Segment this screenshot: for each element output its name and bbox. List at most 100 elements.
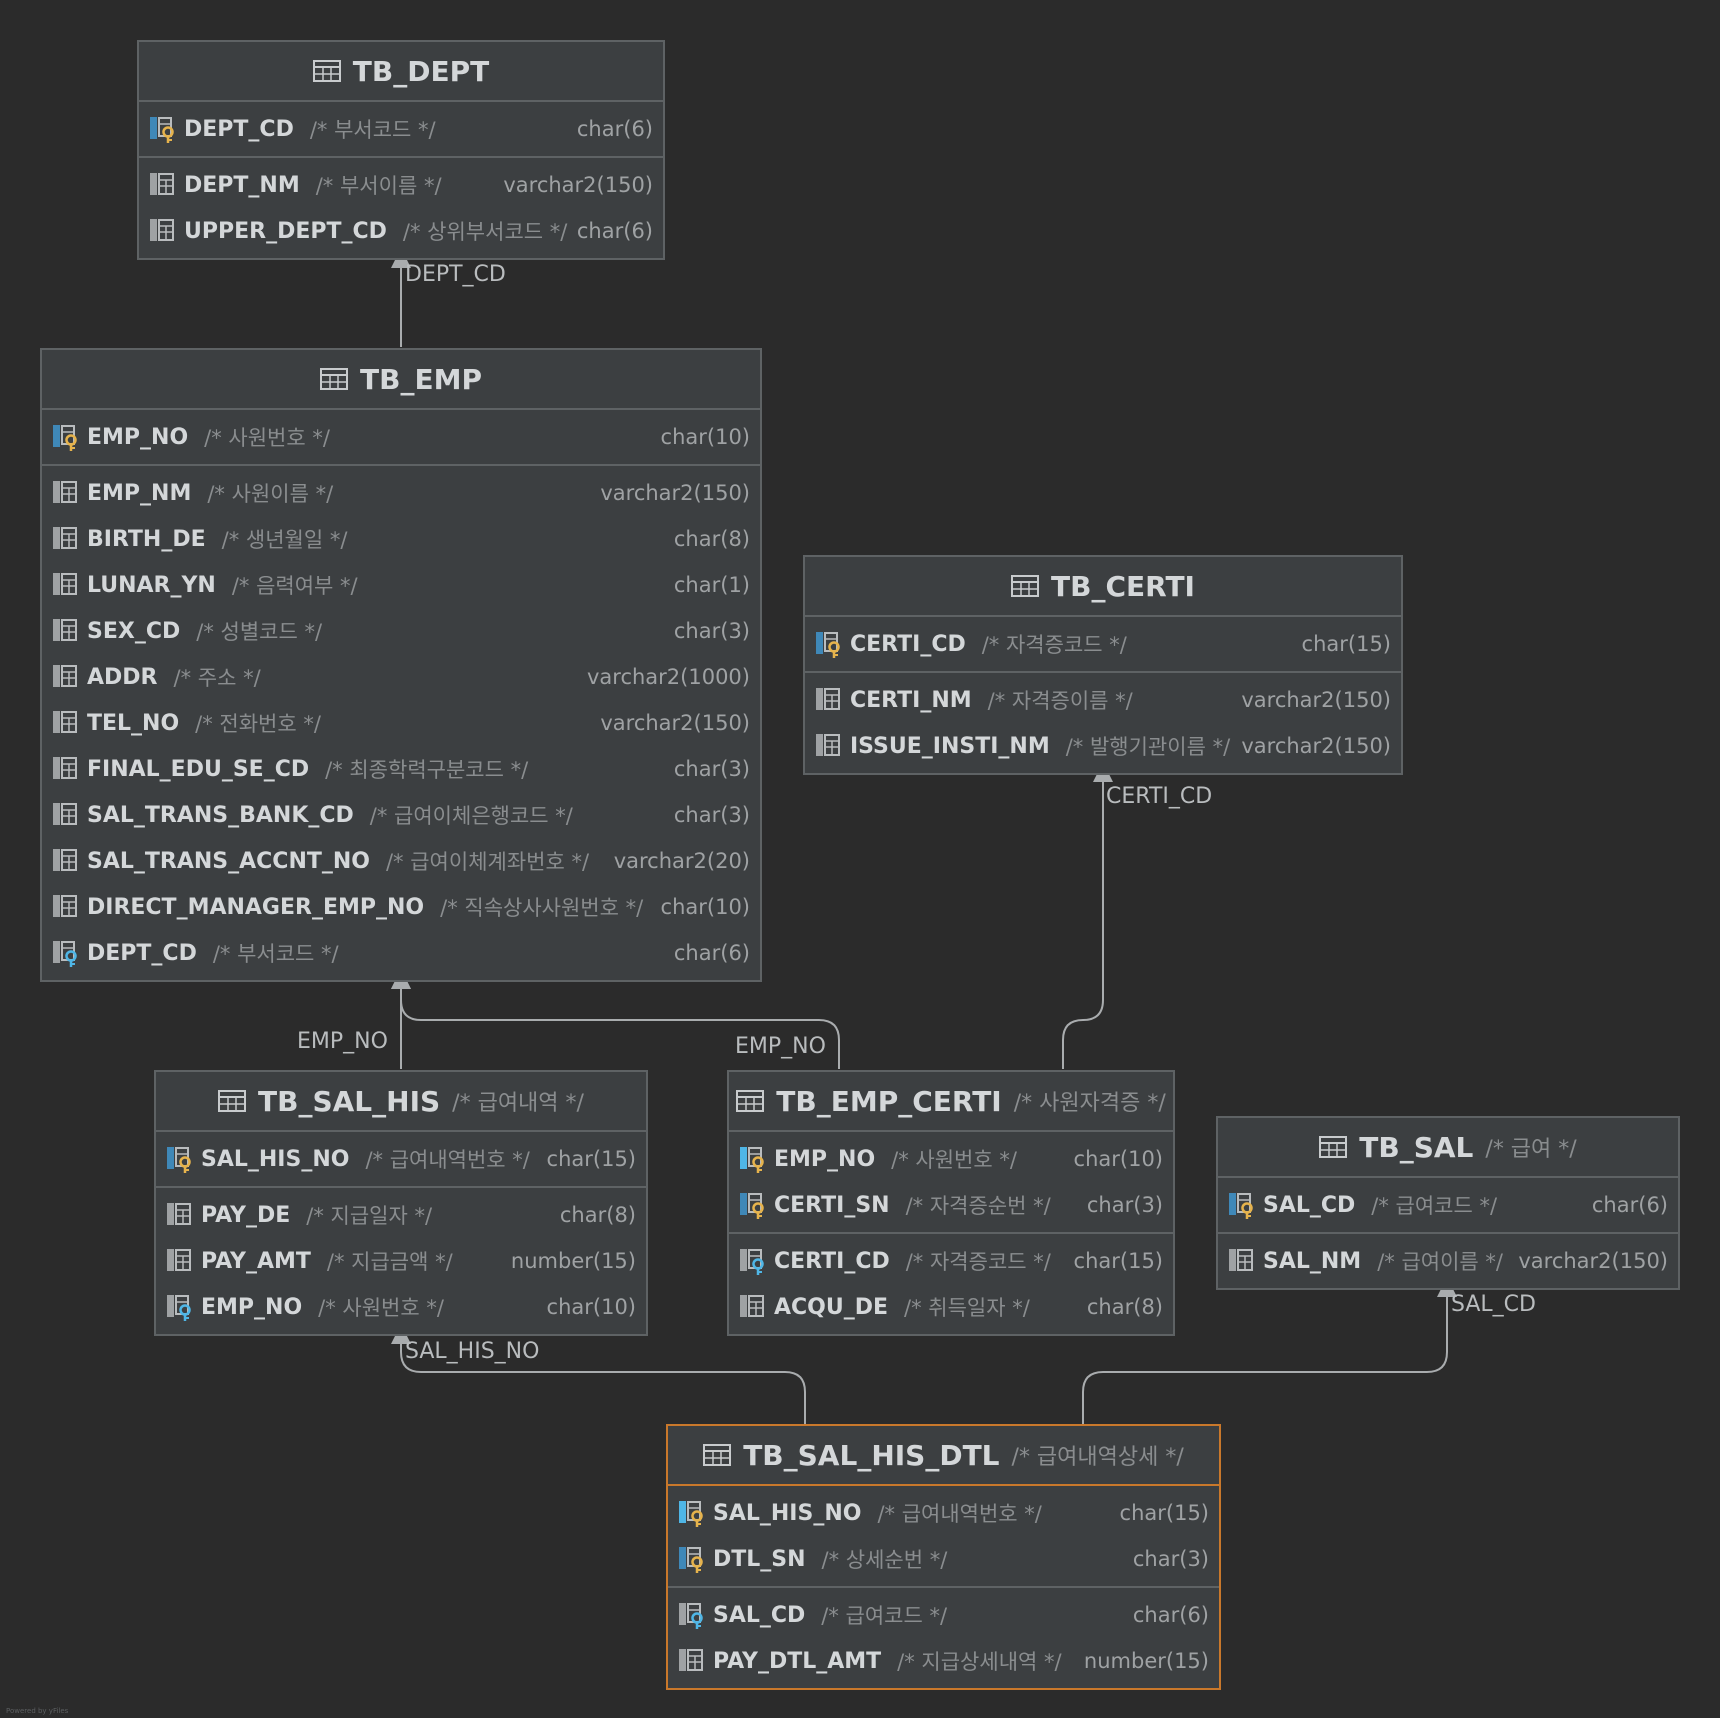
table-tb-dept[interactable]: TB_DEPT DEPT_CD /* 부서코드 */ char(6) DEPT_NM /*…: [137, 40, 665, 260]
column-name: UPPER_DEPT_CD: [184, 218, 387, 244]
column-comment: /* 급여내역번호 */: [877, 1502, 1042, 1526]
column-row[interactable]: SAL_HIS_NO /* 급여내역번호 */ char(15): [668, 1490, 1219, 1536]
table-name: TB_DEPT: [352, 54, 490, 88]
column-row[interactable]: BIRTH_DE /* 생년월일 */ char(8): [42, 516, 760, 562]
column-comment: /* 급여이체은행코드 */: [369, 804, 573, 828]
table-header[interactable]: TB_DEPT: [139, 42, 663, 102]
column-type: char(15): [1301, 632, 1391, 656]
column-type: char(10): [660, 425, 750, 449]
column-row[interactable]: CERTI_CD /* 자격증코드 */ char(15): [805, 621, 1401, 667]
column-type: char(6): [576, 117, 653, 141]
column-row[interactable]: SAL_CD /* 급여코드 */ char(6): [668, 1592, 1219, 1638]
column-type: char(10): [1073, 1147, 1163, 1171]
attribute-section: DEPT_NM /* 부서이름 */ varchar2(150) UPPER_DEPT…: [139, 156, 663, 258]
column-comment: /* 취득일자 */: [904, 1296, 1030, 1320]
table-tb-sal-his[interactable]: TB_SAL_HIS /* 급여내역 */ SAL_HIS_NO /* 급여내역번호 …: [154, 1070, 648, 1336]
table-tb-certi[interactable]: TB_CERTI CERTI_CD/* 자격증코드 */char(15) CERTI…: [803, 555, 1403, 775]
table-name: TB_SAL_HIS_DTL: [743, 1438, 1000, 1472]
column-row[interactable]: SEX_CD /* 성별코드 */ char(3): [42, 608, 760, 654]
column-row[interactable]: EMP_NO /* 사원번호 */ char(10): [42, 414, 760, 460]
table-header[interactable]: TB_EMP_CERTI /* 사원자격증 */: [729, 1072, 1173, 1132]
column-row[interactable]: ISSUE_INSTI_NM /* 발행기관이름 */ varchar2(150): [805, 723, 1401, 769]
column-row[interactable]: EMP_NM /* 사원이름 */ varchar2(150): [42, 470, 760, 516]
column-name: EMP_NO: [774, 1146, 876, 1172]
column-row[interactable]: CERTI_CD /* 자격증코드 */ char(15): [729, 1238, 1173, 1284]
key-section: SAL_HIS_NO /* 급여내역번호 */ char(15) DTL_SN /* 상…: [668, 1486, 1219, 1586]
column-type: number(15): [1083, 1649, 1209, 1673]
column-row[interactable]: DEPT_CD /* 부서코드 */ char(6): [139, 106, 663, 152]
primary-key-icon: [150, 117, 174, 143]
column-comment: /* 상위부서코드 */: [402, 220, 568, 244]
table-tb-sal-his-dtl[interactable]: TB_SAL_HIS_DTL /* 급여내역상세 */ SAL_HIS_NO /* 급…: [666, 1424, 1221, 1690]
column-row[interactable]: DTL_SN /* 상세순번 */ char(3): [668, 1536, 1219, 1582]
column-name: ISSUE_INSTI_NM: [850, 733, 1050, 759]
column-icon: [679, 1649, 703, 1671]
table-header[interactable]: TB_SAL_HIS_DTL /* 급여내역상세 */: [668, 1426, 1219, 1486]
column-row[interactable]: TEL_NO /* 전화번호 */ varchar2(150): [42, 700, 760, 746]
column-row[interactable]: SAL_CD /* 급여코드 */ char(6): [1218, 1182, 1678, 1228]
column-type: char(6): [1132, 1603, 1209, 1627]
column-type: char(15): [1073, 1249, 1163, 1273]
attribute-section: CERTI_NM/* 자격증이름 */varchar2(150) ISSUE_IN…: [805, 671, 1401, 773]
column-row[interactable]: CERTI_NM /* 자격증이름 */ varchar2(150): [805, 677, 1401, 723]
column-name: SAL_TRANS_BANK_CD: [87, 802, 354, 828]
table-tb-emp-certi[interactable]: TB_EMP_CERTI /* 사원자격증 */ EMP_NO /* 사원번호 */ c…: [727, 1070, 1175, 1336]
column-row[interactable]: SAL_TRANS_BANK_CD /* 급여이체은행코드 */ char(3): [42, 792, 760, 838]
column-name: CERTI_CD: [774, 1248, 890, 1274]
table-tb-emp[interactable]: TB_EMP EMP_NO /* 사원번호 */ char(10) EMP_NM /* 사…: [40, 348, 762, 982]
column-name: DIRECT_MANAGER_EMP_NO: [87, 894, 425, 920]
table-header[interactable]: TB_CERTI: [805, 557, 1401, 617]
column-type: char(15): [1119, 1501, 1209, 1525]
column-row[interactable]: FINAL_EDU_SE_CD /* 최종학력구분코드 */ char(3): [42, 746, 760, 792]
column-row[interactable]: DIRECT_MANAGER_EMP_NO /* 직속상사사원번호 */ char(…: [42, 884, 760, 930]
column-icon: [150, 173, 174, 195]
column-icon: [53, 573, 77, 595]
column-icon: [53, 665, 77, 687]
table-name: TB_EMP_CERTI: [776, 1084, 1002, 1118]
column-row[interactable]: EMP_NO /* 사원번호 */ char(10): [156, 1284, 646, 1330]
column-name: SAL_HIS_NO: [201, 1146, 350, 1172]
column-type: char(8): [1086, 1295, 1163, 1319]
key-section: CERTI_CD /* 자격증코드 */ char(15): [805, 617, 1401, 671]
column-icon: [53, 803, 77, 825]
column-type: char(6): [1591, 1193, 1668, 1217]
column-comment: /* 발행기관이름 */: [1065, 735, 1231, 759]
column-row[interactable]: LUNAR_YN /* 음력여부 */ char(1): [42, 562, 760, 608]
column-row[interactable]: ACQU_DE /* 취득일자 */ char(8): [729, 1284, 1173, 1330]
table-header[interactable]: TB_SAL_HIS /* 급여내역 */: [156, 1072, 646, 1132]
primary-foreign-key-icon: [740, 1147, 764, 1173]
column-comment: /* 성별코드 */: [196, 620, 323, 644]
column-row[interactable]: PAY_DTL_AMT /* 지급상세내역 */ number(15): [668, 1638, 1219, 1684]
attribute-section: EMP_NM /* 사원이름 */ varchar2(150) BIRTH_DE /* …: [42, 464, 760, 980]
column-row[interactable]: CERTI_SN /* 자격증순번 */ char(3): [729, 1182, 1173, 1228]
table-grid-icon: [1319, 1136, 1348, 1158]
primary-foreign-key-icon: [679, 1501, 703, 1527]
column-row[interactable]: DEPT_NM /* 부서이름 */ varchar2(150): [139, 162, 663, 208]
column-icon: [816, 688, 840, 710]
column-row[interactable]: UPPER_DEPT_CD /* 상위부서코드 */ char(6): [139, 208, 663, 254]
table-grid-icon: [1011, 575, 1040, 597]
column-type: char(3): [673, 757, 750, 781]
column-row[interactable]: SAL_HIS_NO /* 급여내역번호 */ char(15): [156, 1136, 646, 1182]
key-section: SAL_CD /* 급여코드 */ char(6): [1218, 1178, 1678, 1232]
column-type: char(6): [576, 219, 653, 243]
column-row[interactable]: PAY_DE /* 지급일자 */ char(8): [156, 1192, 646, 1238]
table-tb-sal[interactable]: TB_SAL/* 급여 */SAL_CD/* 급여코드 */char(6) SAL…: [1216, 1116, 1680, 1290]
column-comment: /* 지급일자 */: [306, 1204, 433, 1228]
column-row[interactable]: ADDR /* 주소 */ varchar2(1000): [42, 654, 760, 700]
column-name: LUNAR_YN: [87, 572, 216, 598]
column-type: char(8): [673, 527, 750, 551]
edge-empcerti-to-certi[interactable]: [1062, 762, 1113, 1069]
column-row[interactable]: SAL_TRANS_ACCNT_NO /* 급여이체계좌번호 */ varchar2…: [42, 838, 760, 884]
column-type: char(1): [673, 573, 750, 597]
column-row[interactable]: PAY_AMT /* 지급금액 */ number(15): [156, 1238, 646, 1284]
column-type: char(3): [1132, 1547, 1209, 1571]
table-header[interactable]: TB_SAL /* 급여 */: [1218, 1118, 1678, 1178]
column-icon: [53, 481, 77, 503]
column-row[interactable]: EMP_NO /* 사원번호 */ char(10): [729, 1136, 1173, 1182]
column-row[interactable]: SAL_NM /* 급여이름 */ varchar2(150): [1218, 1238, 1678, 1284]
column-row[interactable]: DEPT_CD /* 부서코드 */ char(6): [42, 930, 760, 976]
column-type: number(15): [510, 1249, 636, 1273]
table-header[interactable]: TB_EMP: [42, 350, 760, 410]
column-comment: /* 사원번호 */: [204, 426, 330, 450]
